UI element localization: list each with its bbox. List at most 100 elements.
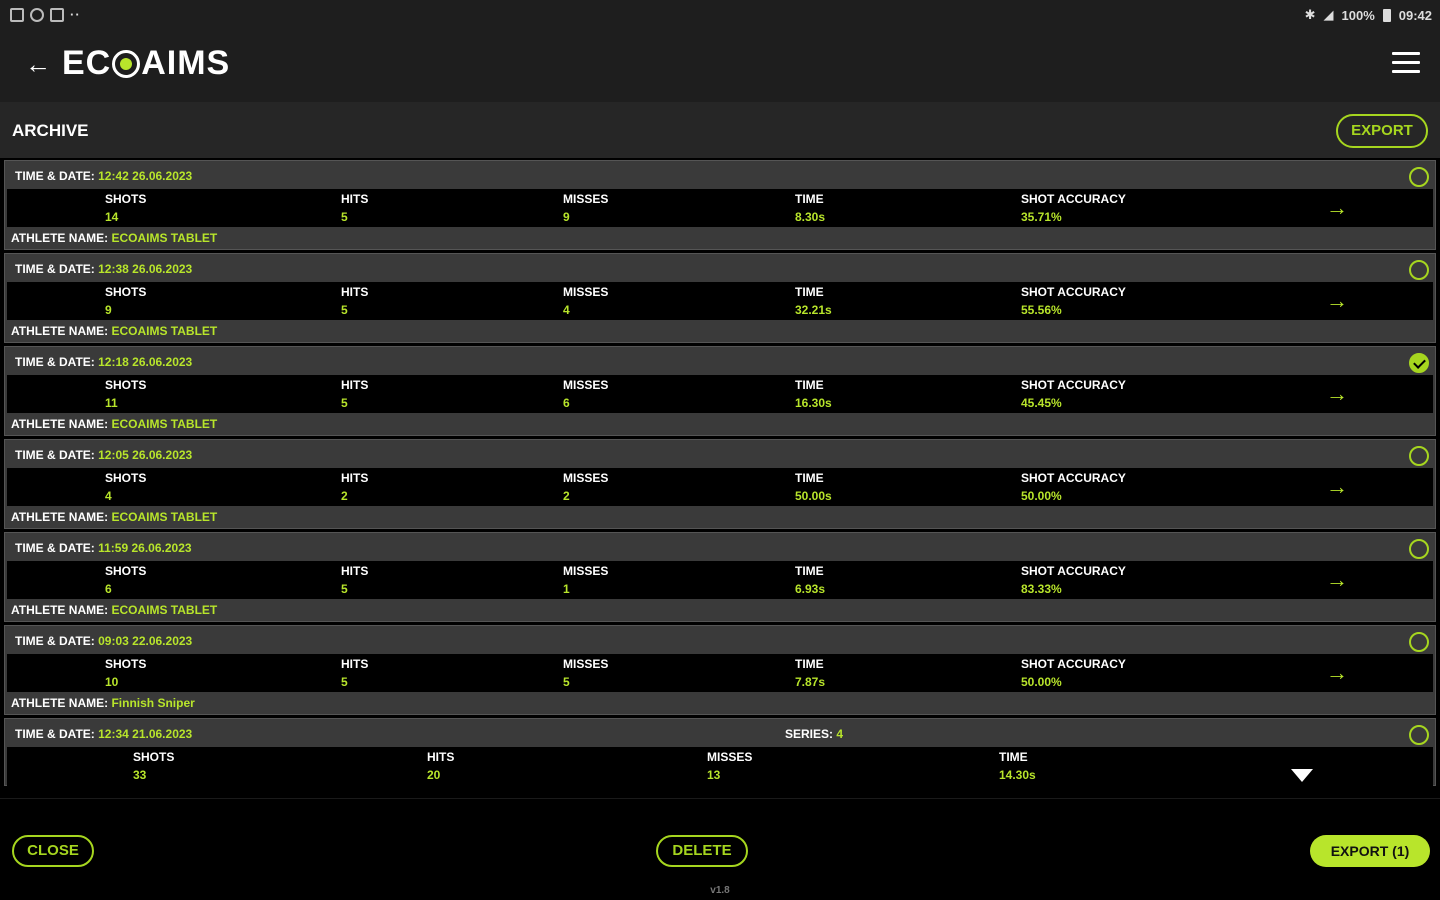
misses-label: MISSES (563, 378, 609, 392)
app-header: ← EC AIMS (0, 30, 1440, 102)
arrow-right-icon[interactable]: → (1325, 567, 1349, 593)
accuracy-value: 83.33% (1021, 582, 1062, 596)
accuracy-label: SHOT ACCURACY (1021, 657, 1126, 671)
shots-stat: SHOTS 9 (105, 285, 146, 317)
hits-stat: HITS 5 (341, 192, 368, 224)
select-radio[interactable] (1409, 260, 1429, 280)
version-label: v1.8 (710, 885, 730, 896)
mail-icon (50, 7, 64, 22)
accuracy-stat: SHOT ACCURACY 83.33% (1021, 564, 1126, 596)
delete-button[interactable]: DELETE (656, 835, 748, 867)
logo-text-right: AIMS (141, 44, 231, 82)
misses-label: MISSES (563, 471, 609, 485)
time-label: TIME (795, 192, 824, 206)
datetime-value: 12:34 21.06.2023 (98, 727, 193, 741)
list-item[interactable]: TIME & DATE: 12:34 21.06.2023 SERIES: 4 … (4, 718, 1436, 786)
accuracy-label: SHOT ACCURACY (1021, 285, 1126, 299)
record-header: TIME & DATE: 12:38 26.06.2023 (5, 254, 1435, 282)
misses-label: MISSES (563, 564, 609, 578)
logo-text-left: EC (62, 44, 112, 82)
record-header: TIME & DATE: 12:05 26.06.2023 (5, 440, 1435, 468)
list-item[interactable]: TIME & DATE: 12:05 26.06.2023 SHOTS 4 HIT… (4, 439, 1436, 529)
athlete-value: Finnish Sniper (111, 696, 195, 710)
time-value: 6.93s (795, 582, 826, 596)
export-button[interactable]: EXPORT (1336, 114, 1428, 148)
shots-stat: SHOTS 10 (105, 657, 146, 689)
shots-value: 6 (105, 582, 112, 596)
archive-list[interactable]: TIME & DATE: 12:42 26.06.2023 SHOTS 14 HI… (4, 160, 1436, 786)
hits-label: HITS (341, 564, 369, 578)
datetime-value: 09:03 22.06.2023 (98, 634, 193, 648)
athlete-line: ATHLETE NAME: ECOAIMS TABLET (11, 417, 217, 431)
shots-label: SHOTS (105, 192, 147, 206)
arrow-right-icon[interactable]: → (1325, 474, 1349, 500)
hits-value: 5 (341, 582, 348, 596)
hits-label: HITS (341, 378, 369, 392)
arrow-right-icon[interactable]: → (1325, 288, 1349, 314)
accuracy-label: SHOT ACCURACY (1021, 471, 1126, 485)
select-radio[interactable] (1409, 539, 1429, 559)
select-radio[interactable] (1409, 725, 1429, 745)
target-icon (112, 49, 141, 78)
time-value: 50.00s (795, 489, 832, 503)
accuracy-value: 35.71% (1021, 210, 1062, 224)
hits-value: 5 (341, 675, 348, 689)
athlete-line: ATHLETE NAME: ECOAIMS TABLET (11, 231, 217, 245)
misses-value: 1 (563, 582, 570, 596)
record-stats: SHOTS 33 HITS 20 MISSES 13 TIME 14.30s (7, 747, 1433, 786)
select-radio[interactable] (1409, 167, 1429, 187)
battery-icon (1382, 8, 1391, 22)
list-item[interactable]: TIME & DATE: 12:18 26.06.2023 SHOTS 11 HI… (4, 346, 1436, 436)
hamburger-icon[interactable] (1392, 52, 1420, 76)
arrow-left-icon[interactable]: ← (24, 50, 52, 78)
datetime-line: TIME & DATE: 12:05 26.06.2023 (15, 448, 192, 462)
select-radio[interactable] (1409, 632, 1429, 652)
athlete-line: ATHLETE NAME: ECOAIMS TABLET (11, 324, 217, 338)
hits-value: 5 (341, 396, 348, 410)
menu-line (1392, 52, 1420, 55)
list-item[interactable]: TIME & DATE: 11:59 26.06.2023 SHOTS 6 HIT… (4, 532, 1436, 622)
arrow-right-icon[interactable]: → (1325, 195, 1349, 221)
close-button[interactable]: CLOSE (12, 835, 94, 867)
list-item[interactable]: TIME & DATE: 12:42 26.06.2023 SHOTS 14 HI… (4, 160, 1436, 250)
time-stat: TIME 16.30s (795, 378, 832, 410)
record-header: TIME & DATE: 11:59 26.06.2023 (5, 533, 1435, 561)
record-stats: SHOTS 10 HITS 5 MISSES 5 TIME 7.87s SHOT ACC… (7, 654, 1433, 692)
misses-value: 13 (707, 768, 721, 782)
time-stat: TIME 7.87s (795, 657, 825, 689)
shots-stat: SHOTS 6 (105, 564, 146, 596)
chevron-down-icon[interactable] (1291, 769, 1313, 782)
series-line: SERIES: 4 (785, 727, 843, 741)
accuracy-value: 50.00% (1021, 675, 1062, 689)
hits-value: 20 (427, 768, 441, 782)
shots-label: SHOTS (105, 378, 147, 392)
record-stats: SHOTS 9 HITS 5 MISSES 4 TIME 32.21s SHOT ACC… (7, 282, 1433, 320)
datetime-label: TIME & DATE: (15, 169, 95, 183)
shots-value: 4 (105, 489, 112, 503)
page-title: ARCHIVE (12, 121, 89, 140)
arrow-right-icon[interactable]: → (1325, 660, 1349, 686)
hits-label: HITS (341, 657, 369, 671)
list-item[interactable]: TIME & DATE: 09:03 22.06.2023 SHOTS 10 HI… (4, 625, 1436, 715)
datetime-value: 12:18 26.06.2023 (98, 355, 193, 369)
time-stat: TIME 8.30s (795, 192, 825, 224)
select-radio-checked[interactable] (1409, 353, 1429, 373)
hits-value: 5 (341, 210, 348, 224)
time-value: 7.87s (795, 675, 826, 689)
select-radio[interactable] (1409, 446, 1429, 466)
accuracy-value: 50.00% (1021, 489, 1062, 503)
arrow-right-icon[interactable]: → (1325, 381, 1349, 407)
accuracy-stat: SHOT ACCURACY 50.00% (1021, 471, 1126, 503)
athlete-label: ATHLETE NAME: (11, 417, 109, 431)
datetime-label: TIME & DATE: (15, 541, 95, 555)
time-stat: TIME 6.93s (795, 564, 825, 596)
title-bar: ARCHIVE EXPORT (0, 102, 1440, 158)
list-item[interactable]: TIME & DATE: 12:38 26.06.2023 SHOTS 9 HIT… (4, 253, 1436, 343)
misses-stat: MISSES 1 (563, 564, 608, 596)
app-logo: EC AIMS (62, 44, 230, 83)
export-selected-button[interactable]: EXPORT (1) (1310, 835, 1430, 867)
misses-label: MISSES (563, 657, 609, 671)
misses-value: 9 (563, 210, 570, 224)
misses-stat: MISSES 4 (563, 285, 608, 317)
record-header: TIME & DATE: 12:34 21.06.2023 SERIES: 4 (5, 719, 1435, 747)
